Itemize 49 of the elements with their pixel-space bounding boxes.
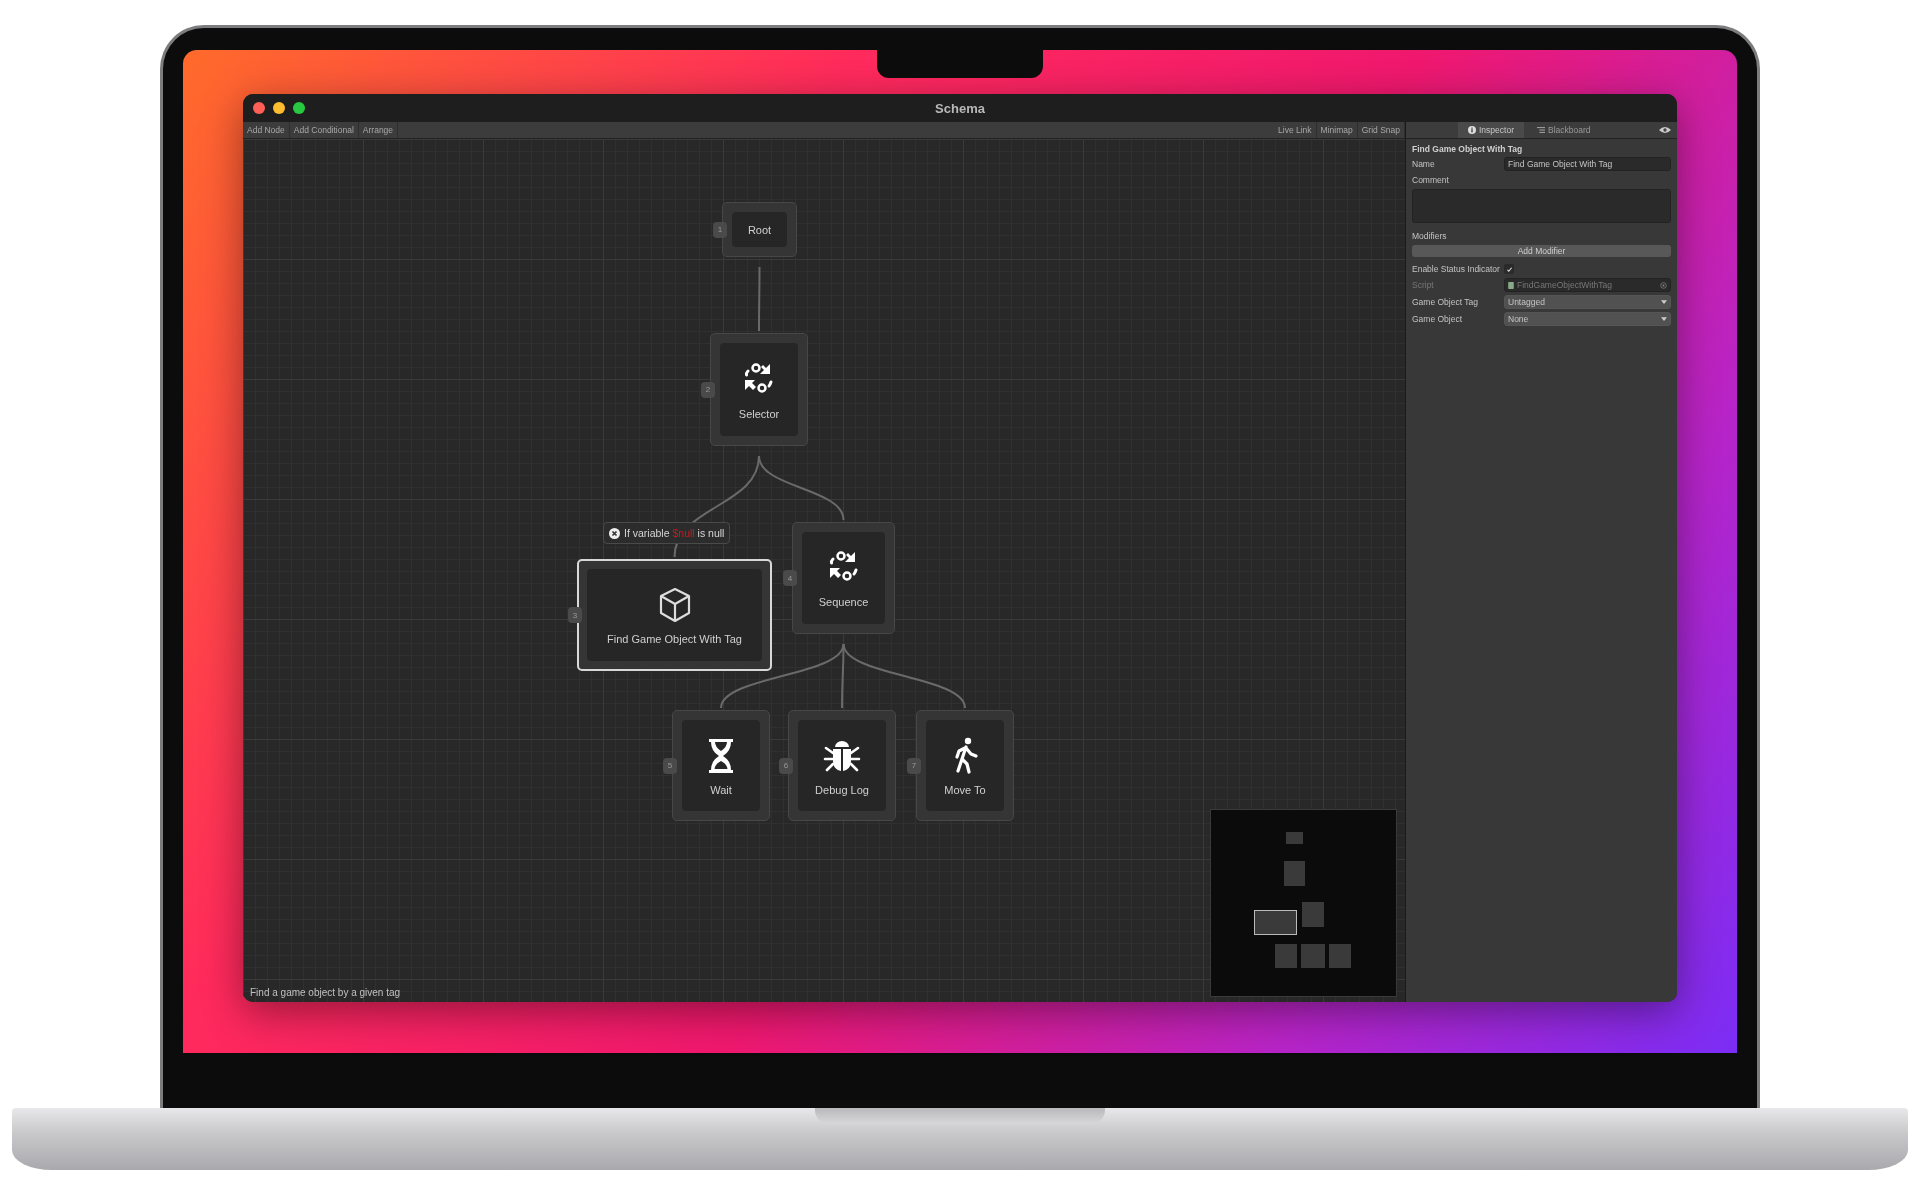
node-label: Root xyxy=(747,223,772,236)
field-label: Name xyxy=(1412,159,1436,169)
field-label: Comment xyxy=(1412,175,1450,185)
field-label: Game Object Tag xyxy=(1412,297,1479,307)
condition-text: If variable $null is null xyxy=(624,527,725,539)
list-icon xyxy=(1536,126,1545,134)
node-index: 7 xyxy=(907,757,921,774)
eye-icon[interactable] xyxy=(1659,126,1671,134)
info-icon xyxy=(1468,126,1476,134)
node-index: 6 xyxy=(779,757,793,774)
error-icon xyxy=(609,527,620,539)
status-text: Find a game object by a given tag xyxy=(250,987,401,998)
node-card[interactable]: Root xyxy=(722,202,797,257)
dropdown[interactable]: None xyxy=(1504,312,1671,326)
caret-icon xyxy=(1661,317,1667,321)
node-card[interactable]: Debug Log xyxy=(788,710,896,821)
node-card[interactable]: Selector xyxy=(710,333,808,446)
add-modifier-button[interactable]: Add Modifier xyxy=(1412,245,1671,257)
checkbox[interactable] xyxy=(1504,264,1514,274)
node-index: 2 xyxy=(701,381,715,398)
field-label: Game Object xyxy=(1412,314,1464,324)
name-field[interactable]: Find Game Object With Tag xyxy=(1504,157,1671,171)
close-button[interactable] xyxy=(253,102,265,114)
node-card[interactable]: Sequence xyxy=(792,522,895,634)
node-label: Selector xyxy=(738,407,780,420)
node-card[interactable]: Move To xyxy=(916,710,1014,821)
section-label: Modifiers xyxy=(1412,231,1448,241)
node-label: Sequence xyxy=(818,596,869,608)
node-label: Find Game Object With Tag xyxy=(607,633,742,645)
file-icon xyxy=(1508,281,1514,289)
node-index: 4 xyxy=(783,570,797,586)
node-label: Wait xyxy=(710,783,732,796)
node-label: Debug Log xyxy=(815,783,869,796)
window-title: Schema xyxy=(935,100,985,116)
node-index: 3 xyxy=(568,607,582,623)
dropdown[interactable]: Untagged xyxy=(1504,295,1671,309)
zoom-button[interactable] xyxy=(293,102,305,114)
connector-line xyxy=(758,266,761,332)
node-index: 5 xyxy=(663,757,677,774)
node-index: 1 xyxy=(713,221,727,238)
node-card[interactable]: Wait xyxy=(672,710,770,821)
panel-tab[interactable]: Inspector xyxy=(1458,122,1524,138)
target-icon xyxy=(1660,281,1667,289)
field-label: Enable Status Indicator xyxy=(1412,264,1501,274)
node-label: Move To xyxy=(944,783,986,796)
inspector-heading: Find Game Object With Tag xyxy=(1412,144,1524,154)
caret-icon xyxy=(1661,300,1667,304)
minimize-button[interactable] xyxy=(273,102,285,114)
node-card[interactable]: Find Game Object With Tag xyxy=(577,559,772,671)
